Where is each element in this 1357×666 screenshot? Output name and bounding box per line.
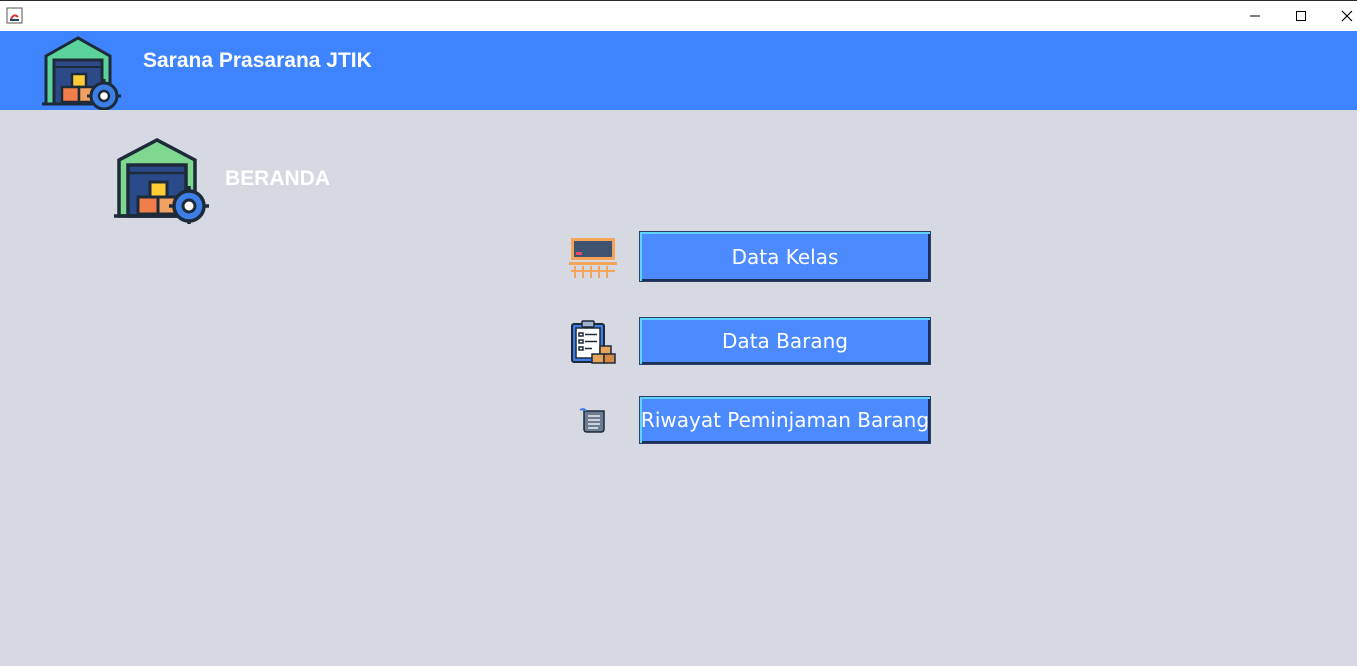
- riwayat-peminjaman-button[interactable]: Riwayat Peminjaman Barang: [639, 396, 931, 444]
- maximize-icon: [1296, 11, 1306, 21]
- page-title: BERANDA: [225, 167, 330, 190]
- data-barang-button[interactable]: Data Barang: [639, 317, 931, 365]
- java-icon[interactable]: [6, 7, 23, 24]
- app-title: Sarana Prasarana JTIK: [143, 49, 372, 72]
- data-kelas-button[interactable]: Data Kelas: [639, 231, 931, 282]
- minimize-button[interactable]: [1232, 1, 1278, 31]
- warehouse-gear-icon: [114, 138, 209, 224]
- clipboard-boxes-icon: [571, 320, 616, 364]
- scroll-icon: [579, 408, 605, 433]
- app-header: Sarana Prasarana JTIK: [0, 31, 1357, 110]
- minimize-icon: [1250, 15, 1260, 17]
- window-titlebar: [0, 0, 1357, 31]
- warehouse-gear-icon: [42, 36, 121, 110]
- classroom-icon: [569, 238, 617, 278]
- close-icon: [1341, 10, 1353, 22]
- maximize-button[interactable]: [1278, 1, 1324, 31]
- close-button[interactable]: [1324, 1, 1357, 31]
